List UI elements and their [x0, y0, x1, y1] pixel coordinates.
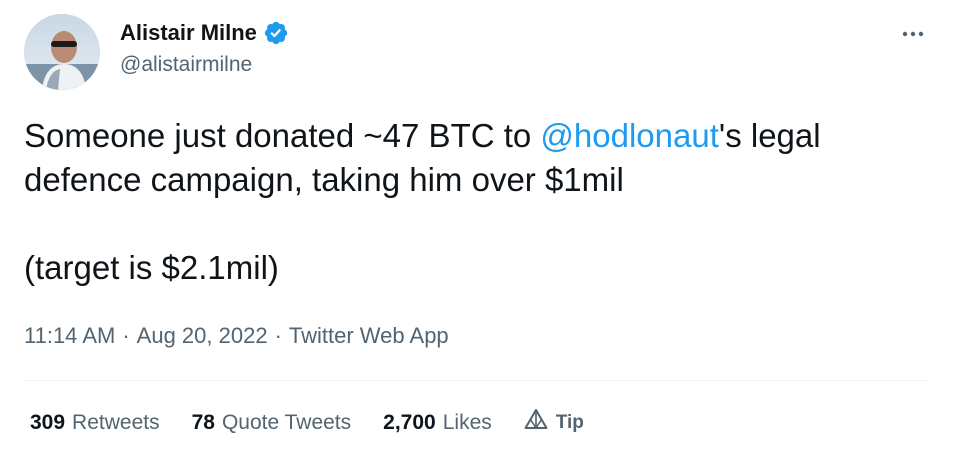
meta-separator: · — [274, 323, 282, 348]
tweet-line-2: defence campaign, taking him over $1mil — [24, 161, 624, 198]
author-block: Alistair Milne @alistairmilne — [120, 18, 289, 78]
tweet-text: Someone just donated ~47 BTC to @hodlona… — [24, 114, 924, 290]
retweets-stat[interactable]: 309 Retweets — [30, 409, 160, 437]
tweet-text-part: 's legal — [718, 117, 821, 154]
quote-tweets-stat[interactable]: 78 Quote Tweets — [192, 409, 352, 437]
likes-count: 2,700 — [383, 411, 436, 434]
verified-badge-icon — [263, 20, 289, 46]
likes-stat[interactable]: 2,700 Likes — [383, 409, 492, 437]
user-avatar-icon — [24, 14, 100, 90]
mention-link[interactable]: @hodlonaut — [540, 117, 718, 154]
more-horizontal-icon[interactable] — [898, 22, 928, 46]
tweet-line-1: Someone just donated ~47 BTC to @hodlona… — [24, 114, 924, 158]
tip-label: Tip — [555, 412, 584, 433]
retweets-label: Retweets — [72, 411, 160, 434]
quote-tweets-label: Quote Tweets — [221, 411, 352, 434]
name-row: Alistair Milne — [120, 18, 289, 48]
tip-button[interactable]: Tip — [524, 408, 584, 438]
tweet-stats: 309 Retweets 78 Quote Tweets 2,700 Likes… — [30, 408, 584, 438]
retweets-count: 309 — [30, 411, 66, 434]
avatar[interactable] — [24, 14, 100, 90]
tweet-date[interactable]: Aug 20, 2022 — [137, 322, 268, 350]
tweet-source[interactable]: Twitter Web App — [289, 322, 449, 350]
meta-separator: · — [122, 323, 130, 348]
user-handle[interactable]: @alistairmilne — [120, 52, 289, 78]
tip-icon — [524, 408, 548, 438]
tweet-card: Alistair Milne @alistairmilne Someone ju… — [0, 0, 958, 456]
tweet-text-part: Someone just donated ~47 BTC to — [24, 117, 541, 154]
likes-label: Likes — [442, 411, 492, 434]
tweet-line-3: (target is $2.1mil) — [24, 249, 279, 286]
tweet-meta: 11:14 AM · Aug 20, 2022 · Twitter Web Ap… — [24, 322, 449, 350]
display-name[interactable]: Alistair Milne — [120, 18, 257, 48]
divider — [24, 380, 928, 381]
quote-tweets-count: 78 — [191, 411, 215, 434]
tweet-time[interactable]: 11:14 AM — [24, 322, 115, 350]
